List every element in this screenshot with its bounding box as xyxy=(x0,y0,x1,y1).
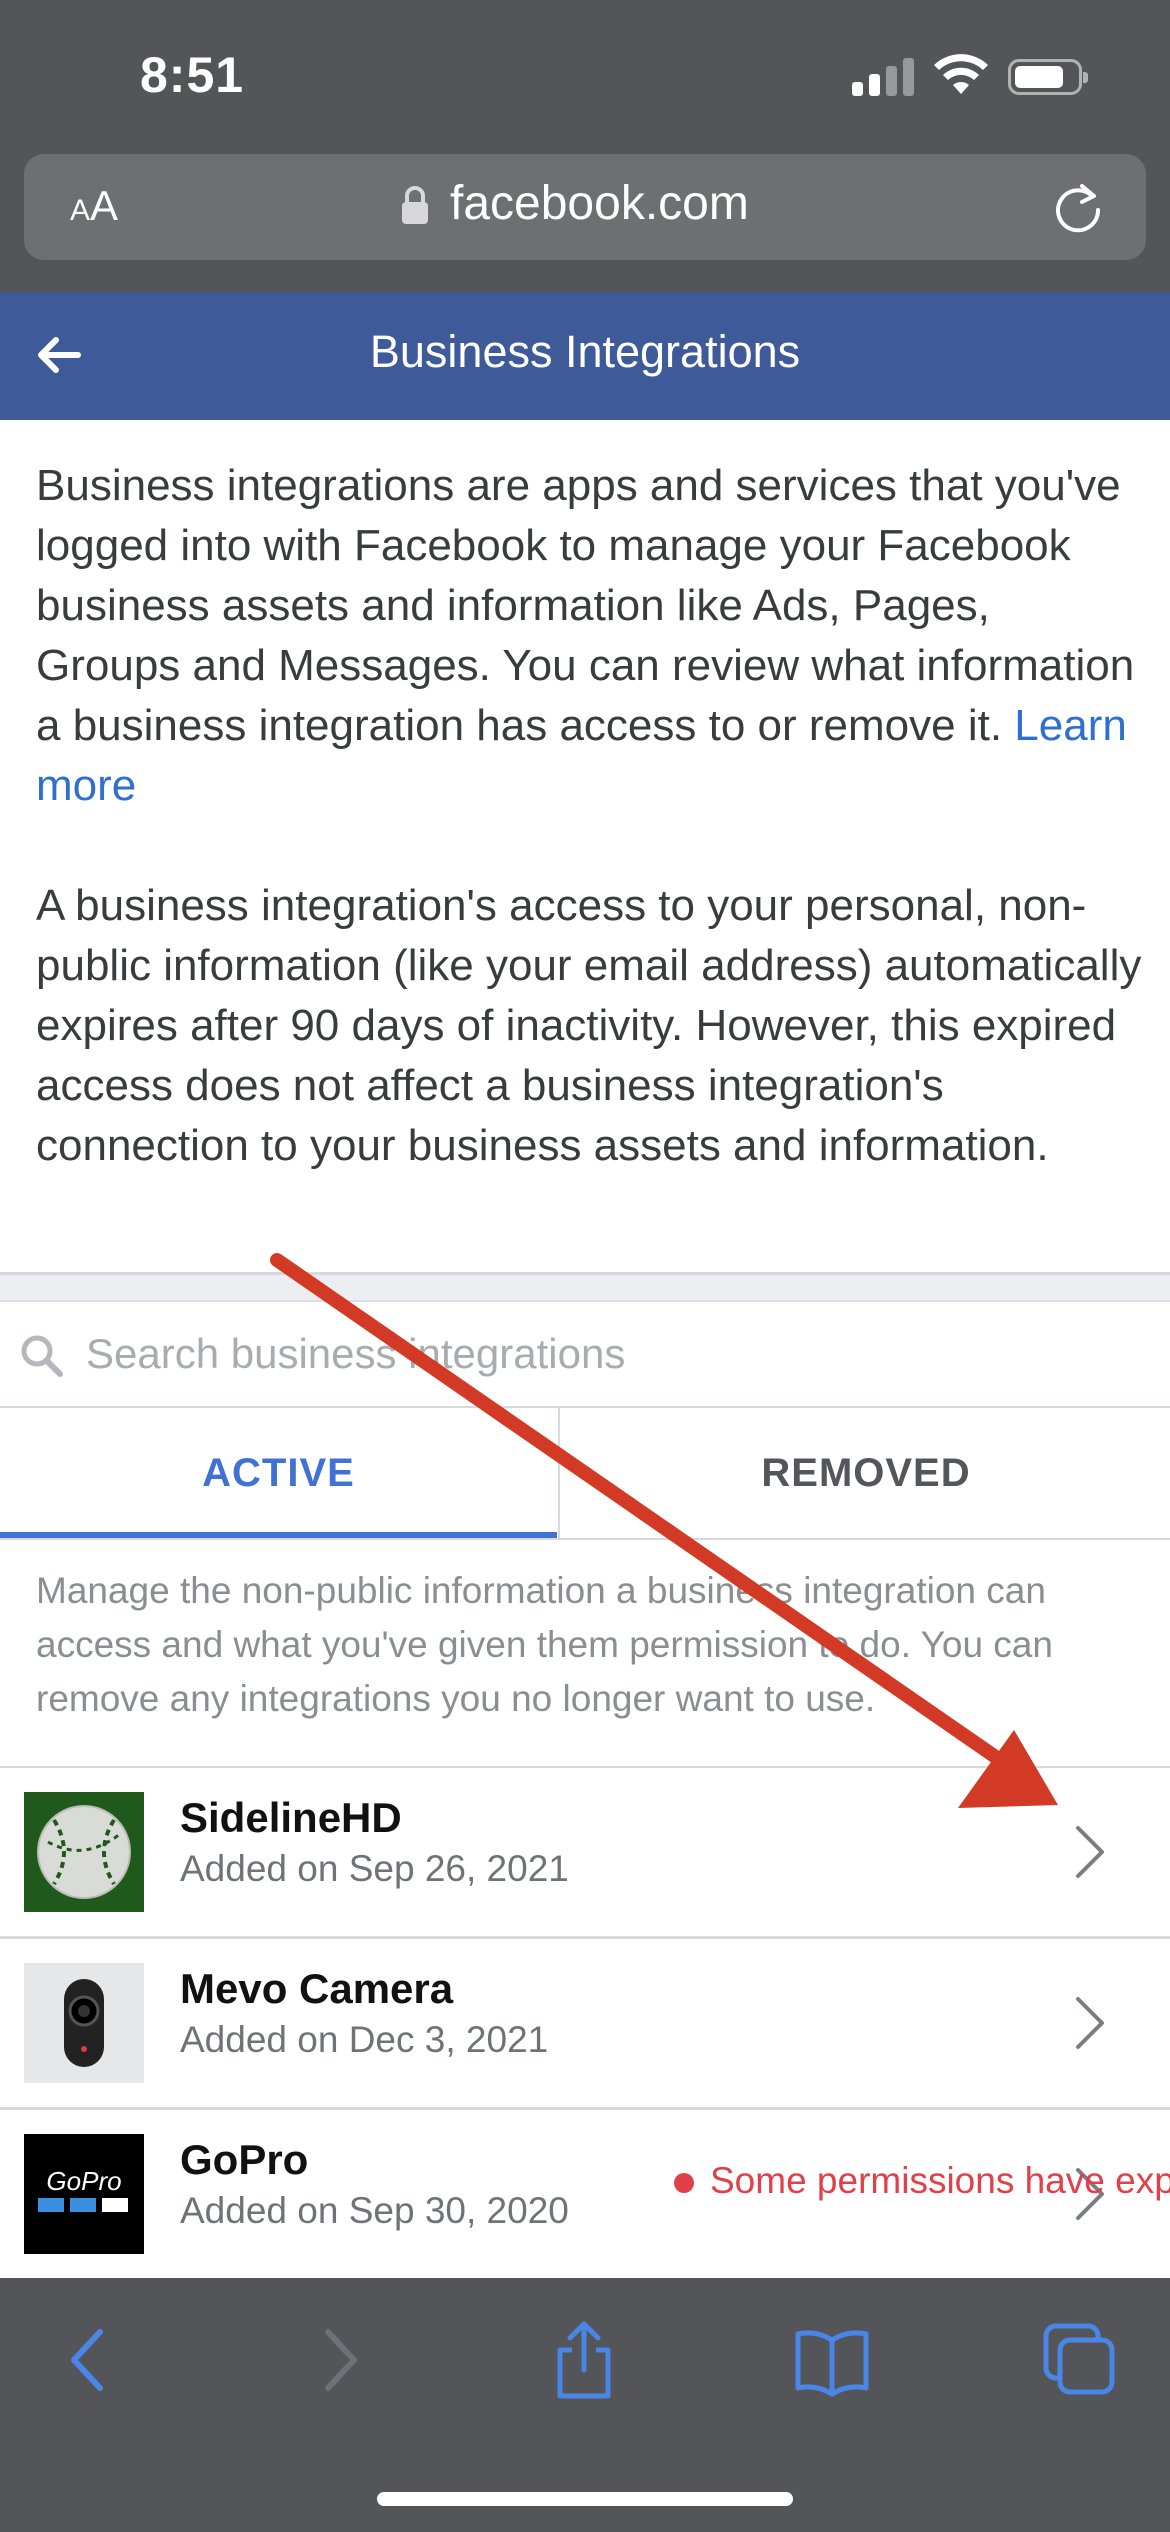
integration-item-mevo-camera[interactable]: Mevo Camera Added on Dec 3, 2021 xyxy=(0,1939,1170,2110)
tab-active[interactable]: ACTIVE xyxy=(0,1408,557,1538)
warning-dot-icon xyxy=(674,2173,694,2194)
wifi-icon xyxy=(934,54,988,94)
integration-date: Added on Sep 26, 2021 xyxy=(180,1848,569,1889)
description: Business integrations are apps and servi… xyxy=(36,456,1146,1236)
integration-item-sidelinehd[interactable]: SidelineHD Added on Sep 26, 2021 xyxy=(0,1768,1170,1939)
browser-top-chrome: 8:51 AA facebook.com xyxy=(0,0,1170,292)
search-input[interactable] xyxy=(86,1326,1146,1382)
search-bar[interactable] xyxy=(0,1302,1170,1408)
address-bar[interactable]: AA facebook.com xyxy=(24,154,1146,260)
section-divider xyxy=(0,1272,1170,1302)
description-paragraph-1: Business integrations are apps and servi… xyxy=(36,456,1146,816)
status-time: 8:51 xyxy=(140,47,245,103)
chevron-right-icon[interactable] xyxy=(1070,1991,1110,2055)
description-paragraph-2: A business integration's access to your … xyxy=(36,881,1142,1170)
battery-icon xyxy=(1008,59,1088,95)
lock-icon xyxy=(402,186,428,224)
tabs-icon[interactable] xyxy=(1040,2320,1120,2400)
permission-warning: Some permissions have exp xyxy=(674,2160,1170,2202)
description-text-1: Business integrations are apps and servi… xyxy=(36,461,1135,750)
back-icon[interactable] xyxy=(66,2320,110,2400)
integration-name: SidelineHD xyxy=(180,1794,402,1841)
bookmarks-icon[interactable] xyxy=(792,2320,872,2400)
page-title: Business Integrations xyxy=(369,326,801,377)
integration-date: Added on Dec 3, 2021 xyxy=(180,2019,549,2060)
baseball-icon xyxy=(24,1792,144,1912)
camera-device-icon xyxy=(24,1963,144,2083)
warning-text: Some permissions have exp xyxy=(710,2160,1170,2201)
home-indicator xyxy=(377,2492,793,2506)
svg-text:GoPro: GoPro xyxy=(46,2166,121,2196)
tab-bar: ACTIVE REMOVED xyxy=(0,1408,1170,1540)
text-size-button[interactable]: AA xyxy=(70,182,118,230)
forward-icon[interactable] xyxy=(318,2320,362,2400)
reload-icon[interactable] xyxy=(1050,180,1106,236)
integration-name: Mevo Camera xyxy=(180,1965,454,2012)
share-icon[interactable] xyxy=(548,2320,620,2400)
search-icon xyxy=(21,1335,63,1377)
url-text[interactable]: facebook.com xyxy=(450,176,749,231)
chevron-right-icon[interactable] xyxy=(1070,1820,1110,1884)
cellular-signal-icon xyxy=(852,56,914,96)
page-header: Business Integrations xyxy=(0,292,1170,420)
integration-item-gopro[interactable]: GoPro GoPro Added on Sep 30, 2020 Some p… xyxy=(0,2110,1170,2281)
info-text: Manage the non-public information a busi… xyxy=(36,1570,1053,1719)
tab-removed[interactable]: REMOVED xyxy=(558,1408,1170,1538)
integration-name: GoPro xyxy=(180,2136,309,2183)
integration-date: Added on Sep 30, 2020 xyxy=(180,2190,569,2231)
gopro-logo: GoPro xyxy=(24,2134,144,2254)
